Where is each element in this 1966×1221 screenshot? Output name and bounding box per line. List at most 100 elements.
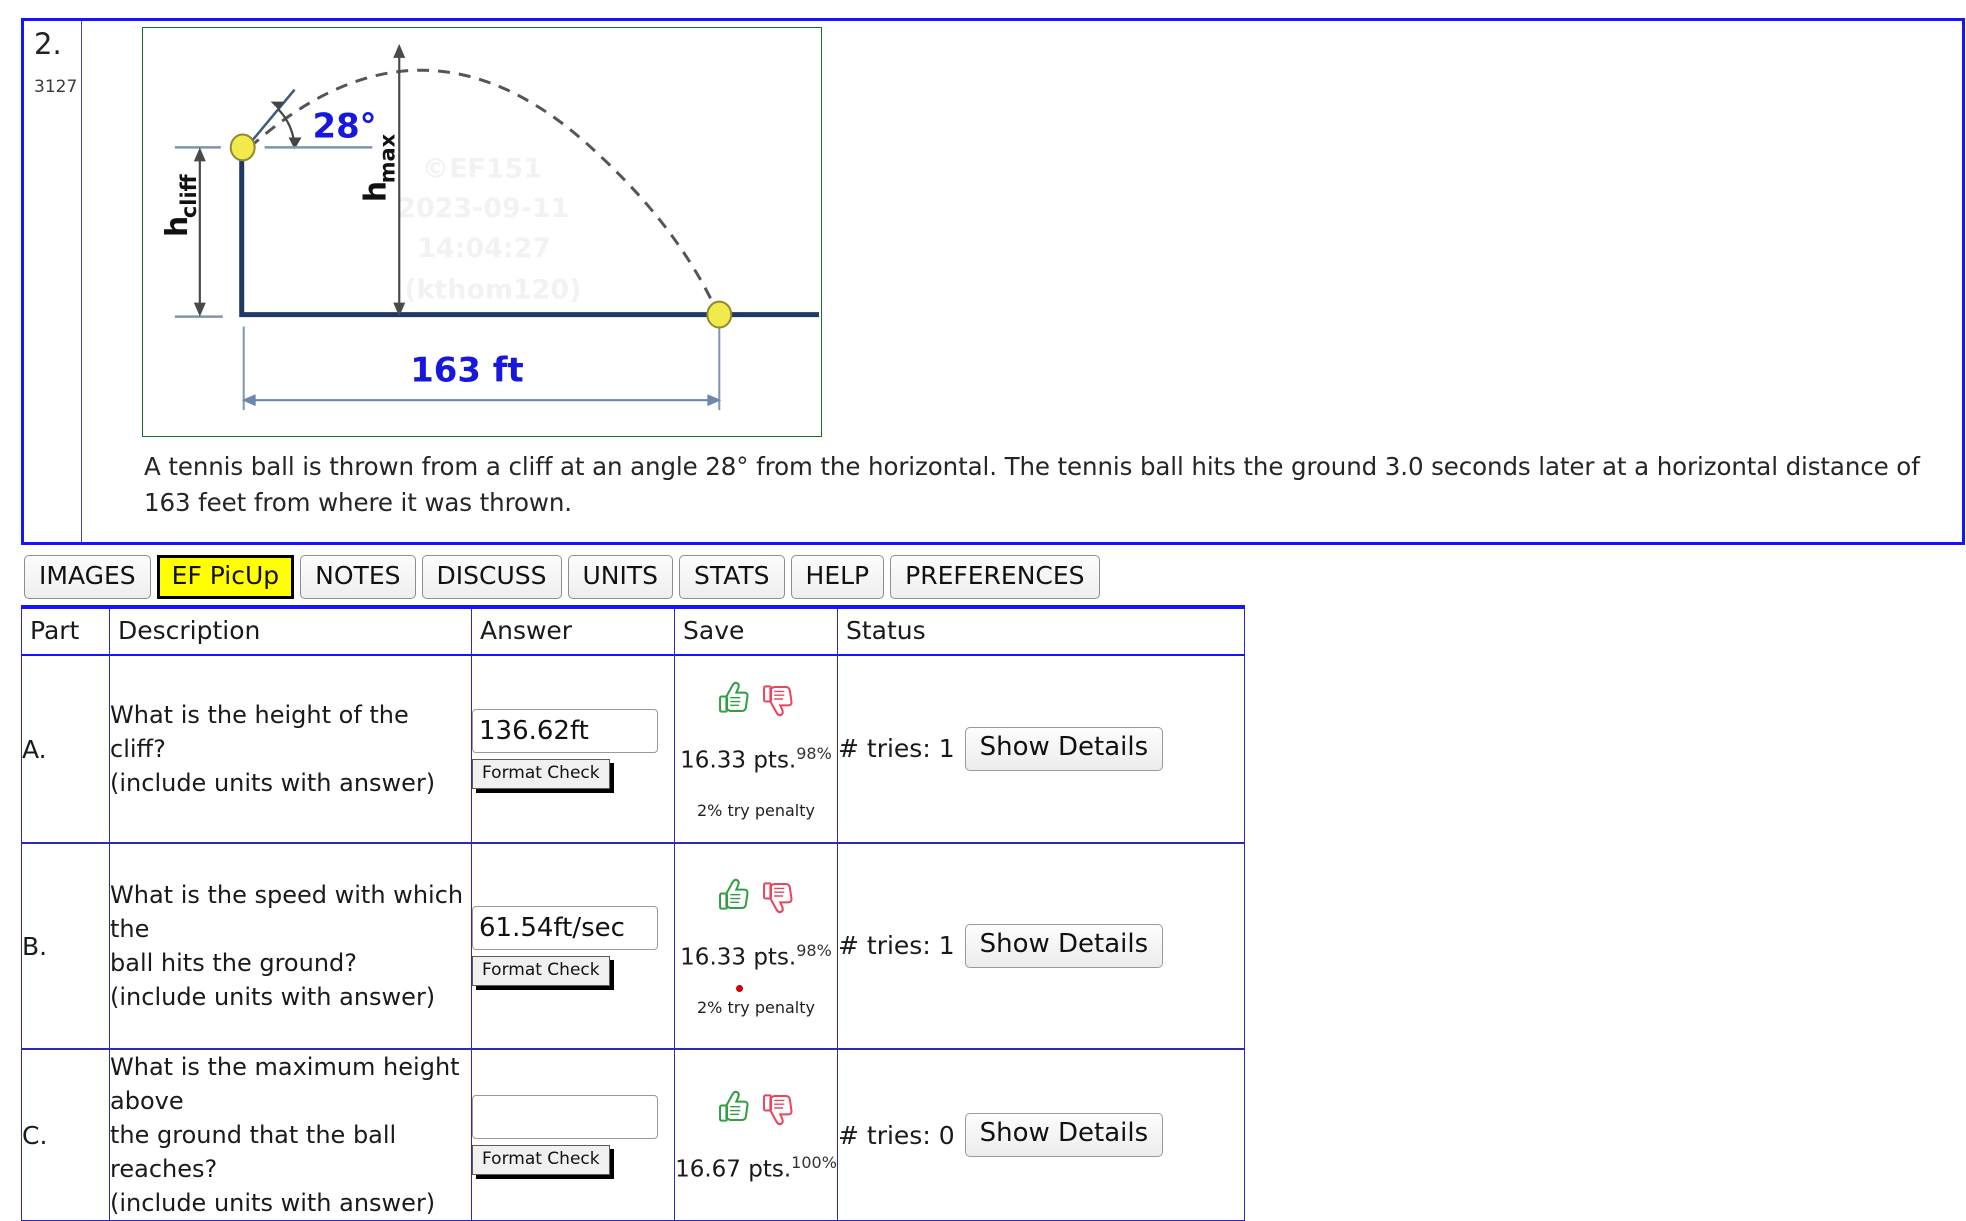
row-save-cell: 16.33 pts.98% 2% try penalty (674, 654, 838, 844)
points-value: 16.67 pts. (675, 1157, 792, 1184)
show-details-button[interactable]: Show Details (964, 923, 1164, 969)
tab-units[interactable]: UNITS (567, 555, 674, 599)
tab-discuss[interactable]: DISCUSS (421, 555, 562, 599)
row-answer-cell: Format Check (471, 654, 675, 844)
h-max-label-sub: max (375, 133, 399, 183)
tries-count: # tries: 1 (838, 931, 955, 961)
points-percent: 100% (791, 1153, 837, 1173)
row-part-label: B. (21, 842, 110, 1050)
problem-number-column: 2. 3127 (24, 21, 82, 542)
table-header-row: Part Description Answer Save Status (21, 605, 1245, 656)
answer-input[interactable] (472, 1095, 658, 1140)
tab-preferences[interactable]: PREFERENCES (890, 555, 1100, 599)
h-max-arrow-top (393, 43, 406, 58)
points-percent: 98% (796, 940, 832, 960)
description-line: What is the speed with which the (110, 880, 464, 943)
h-cliff-arrow-top (193, 147, 206, 162)
row-description: What is the speed with which the ball hi… (109, 842, 472, 1050)
tries-count: # tries: 0 (838, 1120, 955, 1150)
problem-body: ©EF151 2023-09-11 14:04:27 (kthom120) 28… (82, 21, 1962, 542)
watermark-line-2: 2023-09-11 (397, 193, 569, 224)
try-penalty-text: 2% try penalty (696, 998, 815, 1018)
row-description: What is the height of the cliff? (includ… (109, 654, 472, 844)
header-part: Part (21, 605, 110, 656)
answer-table-body: A. What is the height of the cliff? (inc… (21, 654, 1245, 1221)
table-row: B. What is the speed with which the ball… (21, 842, 1245, 1050)
launch-ball-icon (229, 133, 256, 162)
projectile-diagram-svg: ©EF151 2023-09-11 14:04:27 (kthom120) 28… (160, 43, 820, 411)
show-details-button[interactable]: Show Details (964, 726, 1164, 772)
penalty-marker-dot (736, 985, 743, 993)
thumbs-down-icon[interactable] (761, 1089, 795, 1127)
description-line: What is the maximum height above (110, 1053, 460, 1116)
description-line: (include units with answer) (110, 983, 436, 1012)
header-answer: Answer (471, 605, 675, 656)
header-save: Save (674, 605, 838, 656)
answer-input[interactable] (472, 906, 658, 951)
header-description: Description (109, 605, 472, 656)
tab-notes[interactable]: NOTES (300, 555, 416, 599)
row-description: What is the maximum height above the gro… (109, 1048, 472, 1221)
watermark-line-1: ©EF151 (422, 153, 542, 184)
thumbs-up-icon[interactable] (717, 1089, 751, 1127)
table-row: A. What is the height of the cliff? (inc… (21, 654, 1245, 844)
format-check-button[interactable]: Format Check (472, 956, 610, 986)
thumbs-down-icon[interactable] (761, 680, 795, 718)
thumbs-up-icon[interactable] (717, 680, 751, 718)
tab-images[interactable]: IMAGES (24, 555, 151, 599)
header-status: Status (837, 605, 1245, 656)
description-line: (include units with answer) (110, 1189, 436, 1218)
row-save-cell: 16.33 pts.98% 2% try penalty (674, 842, 838, 1050)
answer-table: Part Description Answer Save Status A. W… (21, 605, 1245, 1221)
row-answer-cell: Format Check (471, 842, 675, 1050)
row-save-cell: 16.67 pts.100% (674, 1048, 838, 1221)
row-status-cell: # tries: 1 Show Details (837, 654, 1245, 844)
points-line: 16.33 pts.98% (675, 941, 837, 971)
projectile-figure: ©EF151 2023-09-11 14:04:27 (kthom120) 28… (142, 27, 822, 437)
show-details-button[interactable]: Show Details (964, 1113, 1164, 1158)
points-line: 16.67 pts.100% (675, 1153, 837, 1183)
description-line: the ground that the ball reaches? (110, 1121, 397, 1184)
problem-block: 2. 3127 ©EF151 2023-09-11 14:04:27 (ktho… (21, 18, 1965, 545)
points-line: 16.33 pts.98% (675, 744, 837, 774)
row-answer-cell: Format Check (471, 1048, 675, 1221)
h-cliff-label: h cliff (160, 173, 201, 237)
h-cliff-label-sub: cliff (177, 173, 201, 218)
landing-ball-icon (706, 300, 733, 329)
try-penalty-label: 2% try penalty (675, 985, 837, 1018)
problem-number: 2. (34, 27, 62, 61)
problem-id: 3127 (34, 77, 78, 98)
save-thumbs (675, 680, 837, 718)
points-value: 16.33 pts. (680, 944, 797, 971)
points-percent: 98% (796, 743, 832, 763)
problem-statement: A tennis ball is thrown from a cliff at … (144, 452, 1920, 517)
distance-label: 163 ft (410, 350, 524, 389)
angle-label: 28° (313, 106, 377, 145)
watermark-line-4: (kthom120) (404, 275, 581, 306)
description-line: (include units with answer) (110, 769, 436, 798)
watermark-line-3: 14:04:27 (417, 233, 551, 264)
points-value: 16.33 pts. (680, 747, 797, 774)
tries-count: # tries: 1 (838, 734, 955, 764)
save-thumbs (675, 1089, 837, 1127)
tab-help[interactable]: HELP (790, 555, 885, 599)
table-row: C. What is the maximum height above the … (21, 1048, 1245, 1221)
answer-input[interactable] (472, 709, 658, 754)
row-status-cell: # tries: 1 Show Details (837, 842, 1245, 1050)
thumbs-down-icon[interactable] (761, 877, 795, 915)
tab-bar: IMAGES EF PicUp NOTES DISCUSS UNITS STAT… (24, 555, 1100, 599)
tab-stats[interactable]: STATS (679, 555, 785, 599)
description-line: What is the height of the cliff? (110, 700, 409, 763)
try-penalty-label: 2% try penalty (696, 801, 815, 821)
save-thumbs (675, 877, 837, 915)
row-part-label: A. (21, 654, 110, 844)
description-line: ball hits the ground? (110, 949, 357, 977)
row-part-label: C. (21, 1048, 110, 1221)
thumbs-up-icon[interactable] (717, 877, 751, 915)
h-cliff-arrow-bottom (193, 302, 206, 317)
format-check-button[interactable]: Format Check (472, 1145, 610, 1176)
figure-watermark: ©EF151 2023-09-11 14:04:27 (kthom120) (397, 153, 581, 305)
format-check-button[interactable]: Format Check (472, 759, 610, 789)
row-status-cell: # tries: 0 Show Details (837, 1048, 1245, 1221)
tab-ef-picup[interactable]: EF PicUp (156, 555, 295, 599)
